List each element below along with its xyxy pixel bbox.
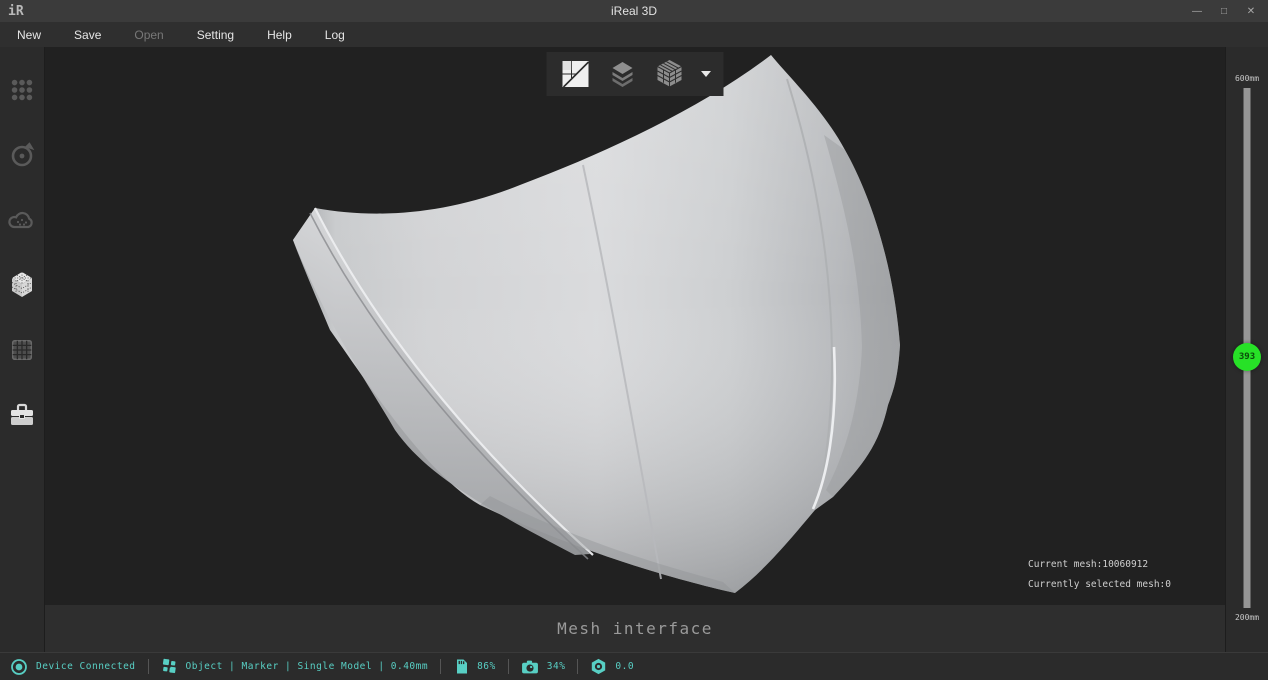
point-cloud-icon[interactable] [7, 205, 37, 235]
current-mesh-count: Current mesh:10060912 [1028, 555, 1171, 575]
mesh-info: Current mesh:10060912 Currently selected… [1028, 555, 1171, 595]
hexagon-nut-icon [590, 658, 607, 675]
statusbar-divider [577, 659, 578, 674]
device-status-group: Device Connected [10, 658, 136, 676]
record-status-icon [10, 658, 28, 676]
title-bar: iR iReal 3D — □ ✕ [0, 0, 1268, 22]
memory-percent-text: 86% [477, 661, 496, 672]
toolbox-icon[interactable] [7, 400, 37, 430]
menu-save[interactable]: Save [70, 28, 105, 42]
3d-viewport[interactable]: Current mesh:10060912 Currently selected… [45, 47, 1225, 605]
menu-new[interactable]: New [13, 28, 45, 42]
statusbar-divider [508, 659, 509, 674]
ireal3d-window: iR iReal 3D — □ ✕ New Save Open Setting … [0, 0, 1268, 680]
depth-range-panel: 600mm 393 200mm [1225, 47, 1268, 652]
memory-card-icon [453, 658, 469, 675]
scan-dial-icon[interactable] [7, 140, 37, 170]
slider-value: 393 [1239, 352, 1255, 362]
mesh-cube-icon[interactable] [7, 270, 37, 300]
view-toolbar [547, 52, 724, 96]
menu-log[interactable]: Log [321, 28, 349, 42]
scan-mode-group: Object | Marker | Single Model | 0.40mm [161, 658, 429, 675]
layers-icon[interactable] [606, 57, 640, 91]
menu-help[interactable]: Help [263, 28, 296, 42]
mode-bar: Mesh interface [45, 605, 1225, 652]
device-status-text: Device Connected [36, 661, 136, 672]
slider-min-label: 200mm [1226, 613, 1268, 622]
window-controls: — □ ✕ [1188, 3, 1268, 19]
left-toolbar [0, 47, 45, 652]
camera-icon [521, 659, 539, 675]
mesh-model[interactable] [45, 47, 1225, 605]
speed-value-text: 0.0 [615, 661, 634, 672]
maximize-button[interactable]: □ [1215, 3, 1233, 19]
statusbar-divider [440, 659, 441, 674]
menu-open: Open [130, 28, 167, 42]
scan-mode-text: Object | Marker | Single Model | 0.40mm [186, 661, 429, 672]
speed-group: 0.0 [590, 658, 634, 675]
mode-label: Mesh interface [557, 619, 713, 638]
window-title: iReal 3D [0, 4, 1268, 18]
status-bar: Device Connected Object | Marker | Singl… [0, 652, 1268, 680]
memory-group: 86% [453, 658, 496, 675]
slider-max-label: 600mm [1226, 74, 1268, 83]
menu-bar: New Save Open Setting Help Log [0, 22, 1268, 47]
section-view-icon[interactable] [559, 57, 593, 91]
selected-mesh-count: Currently selected mesh:0 [1028, 575, 1171, 595]
dropdown-caret-icon[interactable] [700, 69, 712, 79]
camera-percent-text: 34% [547, 661, 566, 672]
dots-grid-icon[interactable] [7, 75, 37, 105]
close-button[interactable]: ✕ [1242, 3, 1260, 19]
range-slider-handle[interactable]: 393 [1233, 343, 1261, 371]
camera-group: 34% [521, 659, 566, 675]
grid-table-icon[interactable] [7, 335, 37, 365]
menu-setting[interactable]: Setting [193, 28, 238, 42]
brick-cube-icon[interactable] [653, 57, 687, 91]
marker-icon [161, 658, 178, 675]
minimize-button[interactable]: — [1188, 3, 1206, 19]
statusbar-divider [148, 659, 149, 674]
